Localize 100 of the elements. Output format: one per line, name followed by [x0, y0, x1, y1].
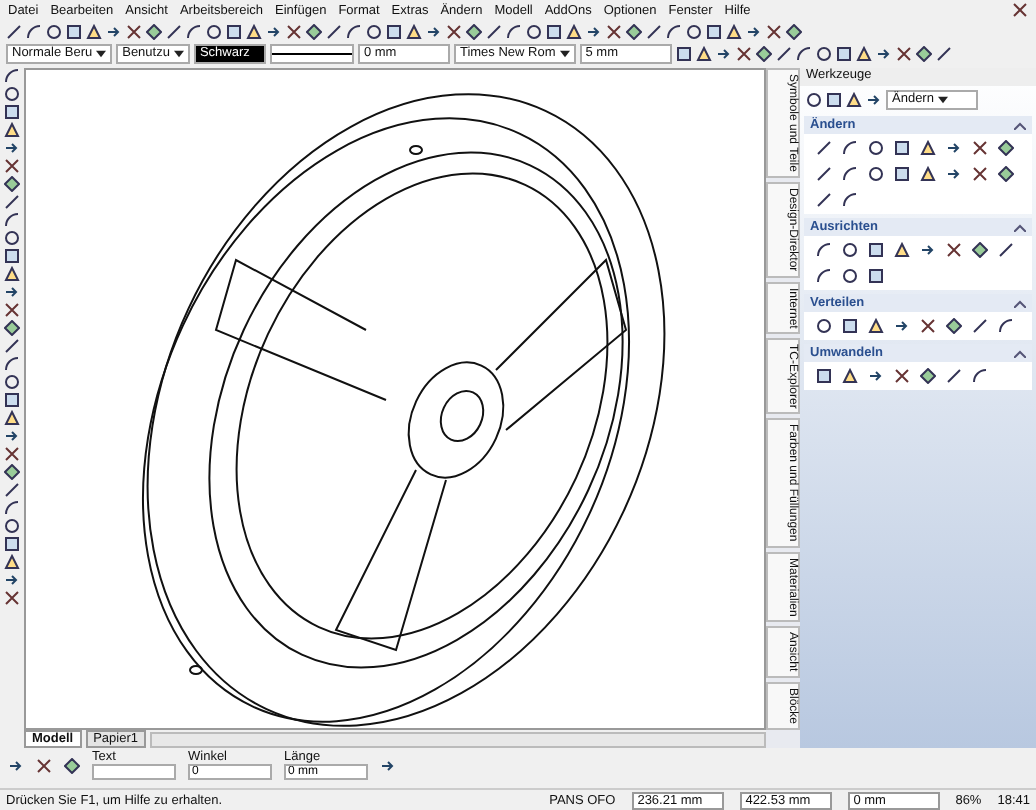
line-icon[interactable]: [816, 192, 832, 208]
arc-icon[interactable]: [972, 368, 988, 384]
arc-icon[interactable]: [4, 212, 20, 228]
triangle-icon[interactable]: [846, 92, 862, 108]
square-icon[interactable]: [816, 368, 832, 384]
triangle-icon[interactable]: [4, 554, 20, 570]
cross-icon[interactable]: [126, 23, 142, 39]
circle-icon[interactable]: [526, 23, 542, 39]
arc-icon[interactable]: [4, 356, 20, 372]
line-icon[interactable]: [166, 23, 182, 39]
line-icon[interactable]: [4, 338, 20, 354]
arrow-icon[interactable]: [8, 757, 24, 773]
collapse-chevron-icon[interactable]: [1014, 299, 1026, 307]
diamond-icon[interactable]: [946, 318, 962, 334]
line-icon[interactable]: [6, 23, 22, 39]
circle-icon[interactable]: [806, 92, 822, 108]
square-icon[interactable]: [826, 92, 842, 108]
triangle-icon[interactable]: [4, 122, 20, 138]
line-icon[interactable]: [326, 23, 342, 39]
triangle-icon[interactable]: [842, 368, 858, 384]
circle-icon[interactable]: [4, 86, 20, 102]
arrow-icon[interactable]: [586, 23, 602, 39]
cross-icon[interactable]: [735, 45, 752, 61]
arc-icon[interactable]: [666, 23, 682, 39]
square-icon[interactable]: [706, 23, 722, 39]
circle-icon[interactable]: [4, 518, 20, 534]
line-icon[interactable]: [972, 318, 988, 334]
input-field[interactable]: [92, 764, 176, 780]
circle-icon[interactable]: [206, 23, 222, 39]
triangle-icon[interactable]: [4, 410, 20, 426]
square-icon[interactable]: [386, 23, 402, 39]
horizontal-scrollbar[interactable]: [150, 731, 766, 747]
diamond-icon[interactable]: [4, 464, 20, 480]
diamond-icon[interactable]: [306, 23, 322, 39]
arrow-icon[interactable]: [715, 45, 732, 61]
square-icon[interactable]: [4, 248, 20, 264]
arrow-icon[interactable]: [946, 140, 962, 156]
square-icon[interactable]: [546, 23, 562, 39]
arrow-icon[interactable]: [4, 428, 20, 444]
cross-icon[interactable]: [946, 242, 962, 258]
circle-icon[interactable]: [815, 45, 832, 61]
arrow-icon[interactable]: [4, 572, 20, 588]
square-icon[interactable]: [868, 242, 884, 258]
triangle-icon[interactable]: [86, 23, 102, 39]
line-icon[interactable]: [486, 23, 502, 39]
circle-icon[interactable]: [366, 23, 382, 39]
arrow-icon[interactable]: [875, 45, 892, 61]
diamond-icon[interactable]: [915, 45, 932, 61]
line-icon[interactable]: [775, 45, 792, 61]
cross-icon[interactable]: [1012, 2, 1028, 18]
line-icon[interactable]: [646, 23, 662, 39]
line-icon[interactable]: [4, 194, 20, 210]
line-icon[interactable]: [4, 482, 20, 498]
cross-icon[interactable]: [972, 166, 988, 182]
arc-icon[interactable]: [186, 23, 202, 39]
line-icon[interactable]: [816, 140, 832, 156]
arrow-icon[interactable]: [746, 23, 762, 39]
cross-icon[interactable]: [972, 140, 988, 156]
triangle-icon[interactable]: [894, 242, 910, 258]
square-icon[interactable]: [4, 104, 20, 120]
circle-icon[interactable]: [868, 166, 884, 182]
square-icon[interactable]: [4, 392, 20, 408]
arrow-icon[interactable]: [426, 23, 442, 39]
circle-icon[interactable]: [842, 268, 858, 284]
arc-icon[interactable]: [4, 500, 20, 516]
triangle-icon[interactable]: [868, 318, 884, 334]
square-icon[interactable]: [894, 166, 910, 182]
arrow-icon[interactable]: [4, 140, 20, 156]
triangle-icon[interactable]: [406, 23, 422, 39]
triangle-icon[interactable]: [4, 266, 20, 282]
square-icon[interactable]: [894, 140, 910, 156]
square-icon[interactable]: [675, 45, 692, 61]
diamond-icon[interactable]: [64, 757, 80, 773]
triangle-icon[interactable]: [246, 23, 262, 39]
square-icon[interactable]: [868, 268, 884, 284]
diamond-icon[interactable]: [4, 176, 20, 192]
cross-icon[interactable]: [766, 23, 782, 39]
line-icon[interactable]: [935, 45, 952, 61]
arrow-icon[interactable]: [868, 368, 884, 384]
arc-icon[interactable]: [26, 23, 42, 39]
circle-icon[interactable]: [4, 374, 20, 390]
cross-icon[interactable]: [606, 23, 622, 39]
cross-icon[interactable]: [894, 368, 910, 384]
arc-icon[interactable]: [506, 23, 522, 39]
circle-icon[interactable]: [842, 242, 858, 258]
circle-icon[interactable]: [46, 23, 62, 39]
collapse-chevron-icon[interactable]: [1014, 121, 1026, 129]
arc-icon[interactable]: [346, 23, 362, 39]
arrow-icon[interactable]: [946, 166, 962, 182]
diamond-icon[interactable]: [4, 320, 20, 336]
square-icon[interactable]: [4, 536, 20, 552]
circle-icon[interactable]: [4, 230, 20, 246]
diamond-icon[interactable]: [626, 23, 642, 39]
line-icon[interactable]: [946, 368, 962, 384]
arrow-icon[interactable]: [4, 284, 20, 300]
diamond-icon[interactable]: [920, 368, 936, 384]
circle-icon[interactable]: [686, 23, 702, 39]
arc-icon[interactable]: [4, 68, 20, 84]
cross-icon[interactable]: [4, 590, 20, 606]
cross-icon[interactable]: [286, 23, 302, 39]
